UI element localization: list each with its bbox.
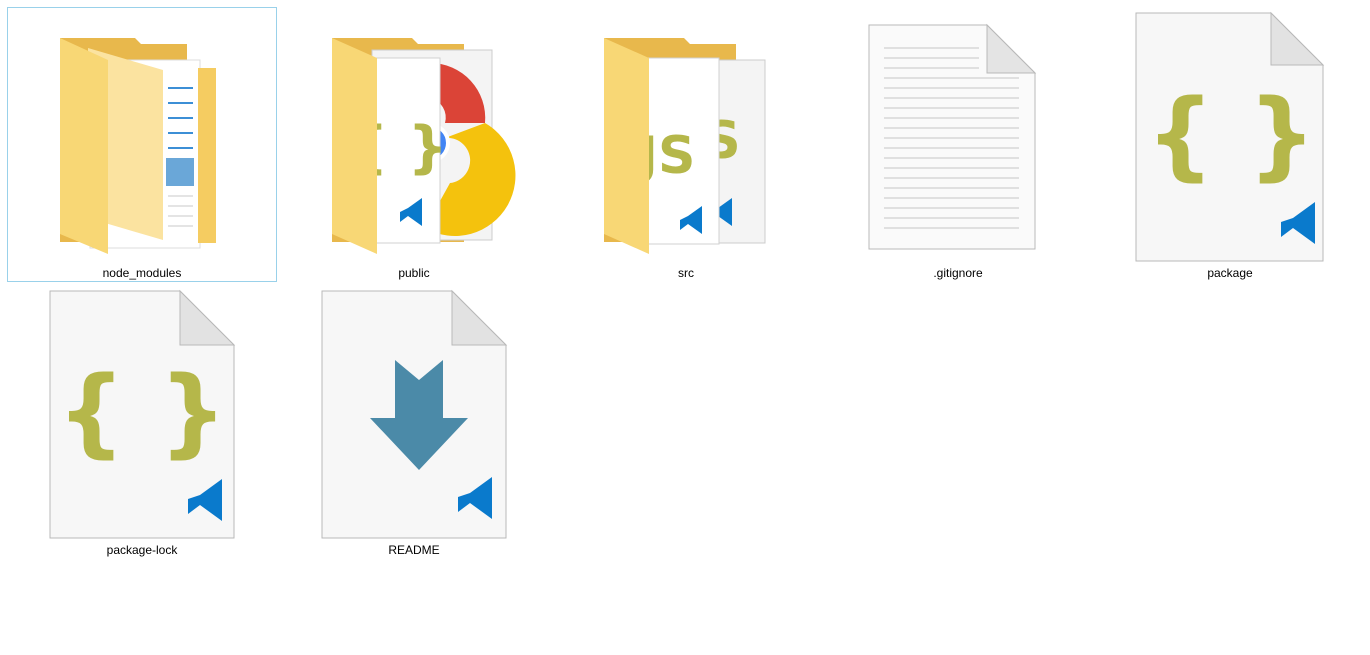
file-item-label: node_modules — [102, 266, 182, 280]
file-item-public[interactable]: { } public — [279, 7, 549, 282]
file-explorer-view: node_modules { } public S JS src .gitign… — [0, 0, 1370, 655]
svg-text:{ }: { } — [57, 356, 227, 468]
file-item-package-lock[interactable]: { } package-lock — [7, 284, 277, 559]
file-item-src[interactable]: S JS src — [551, 7, 821, 282]
file-item-package[interactable]: { } package — [1095, 7, 1365, 282]
file-item-label: public — [398, 266, 430, 280]
markdown-file-icon — [321, 289, 508, 539]
text-file-icon — [868, 23, 1037, 250]
file-item-label: src — [678, 266, 694, 280]
file-item-gitignore[interactable]: .gitignore — [823, 7, 1093, 282]
json-file-icon: { } — [1135, 11, 1325, 262]
file-item-node-modules[interactable]: node_modules — [7, 7, 277, 282]
file-item-label: .gitignore — [933, 266, 983, 280]
file-item-label: README — [388, 543, 440, 557]
svg-text:{ }: { } — [1146, 79, 1316, 191]
folder-icon: { } — [332, 38, 516, 254]
file-item-label: package-lock — [106, 543, 178, 557]
file-item-label: package — [1207, 266, 1253, 280]
json-file-icon: { } — [49, 289, 236, 539]
file-item-readme[interactable]: README — [279, 284, 549, 559]
folder-icon — [60, 38, 216, 254]
folder-icon: S JS — [604, 38, 766, 254]
